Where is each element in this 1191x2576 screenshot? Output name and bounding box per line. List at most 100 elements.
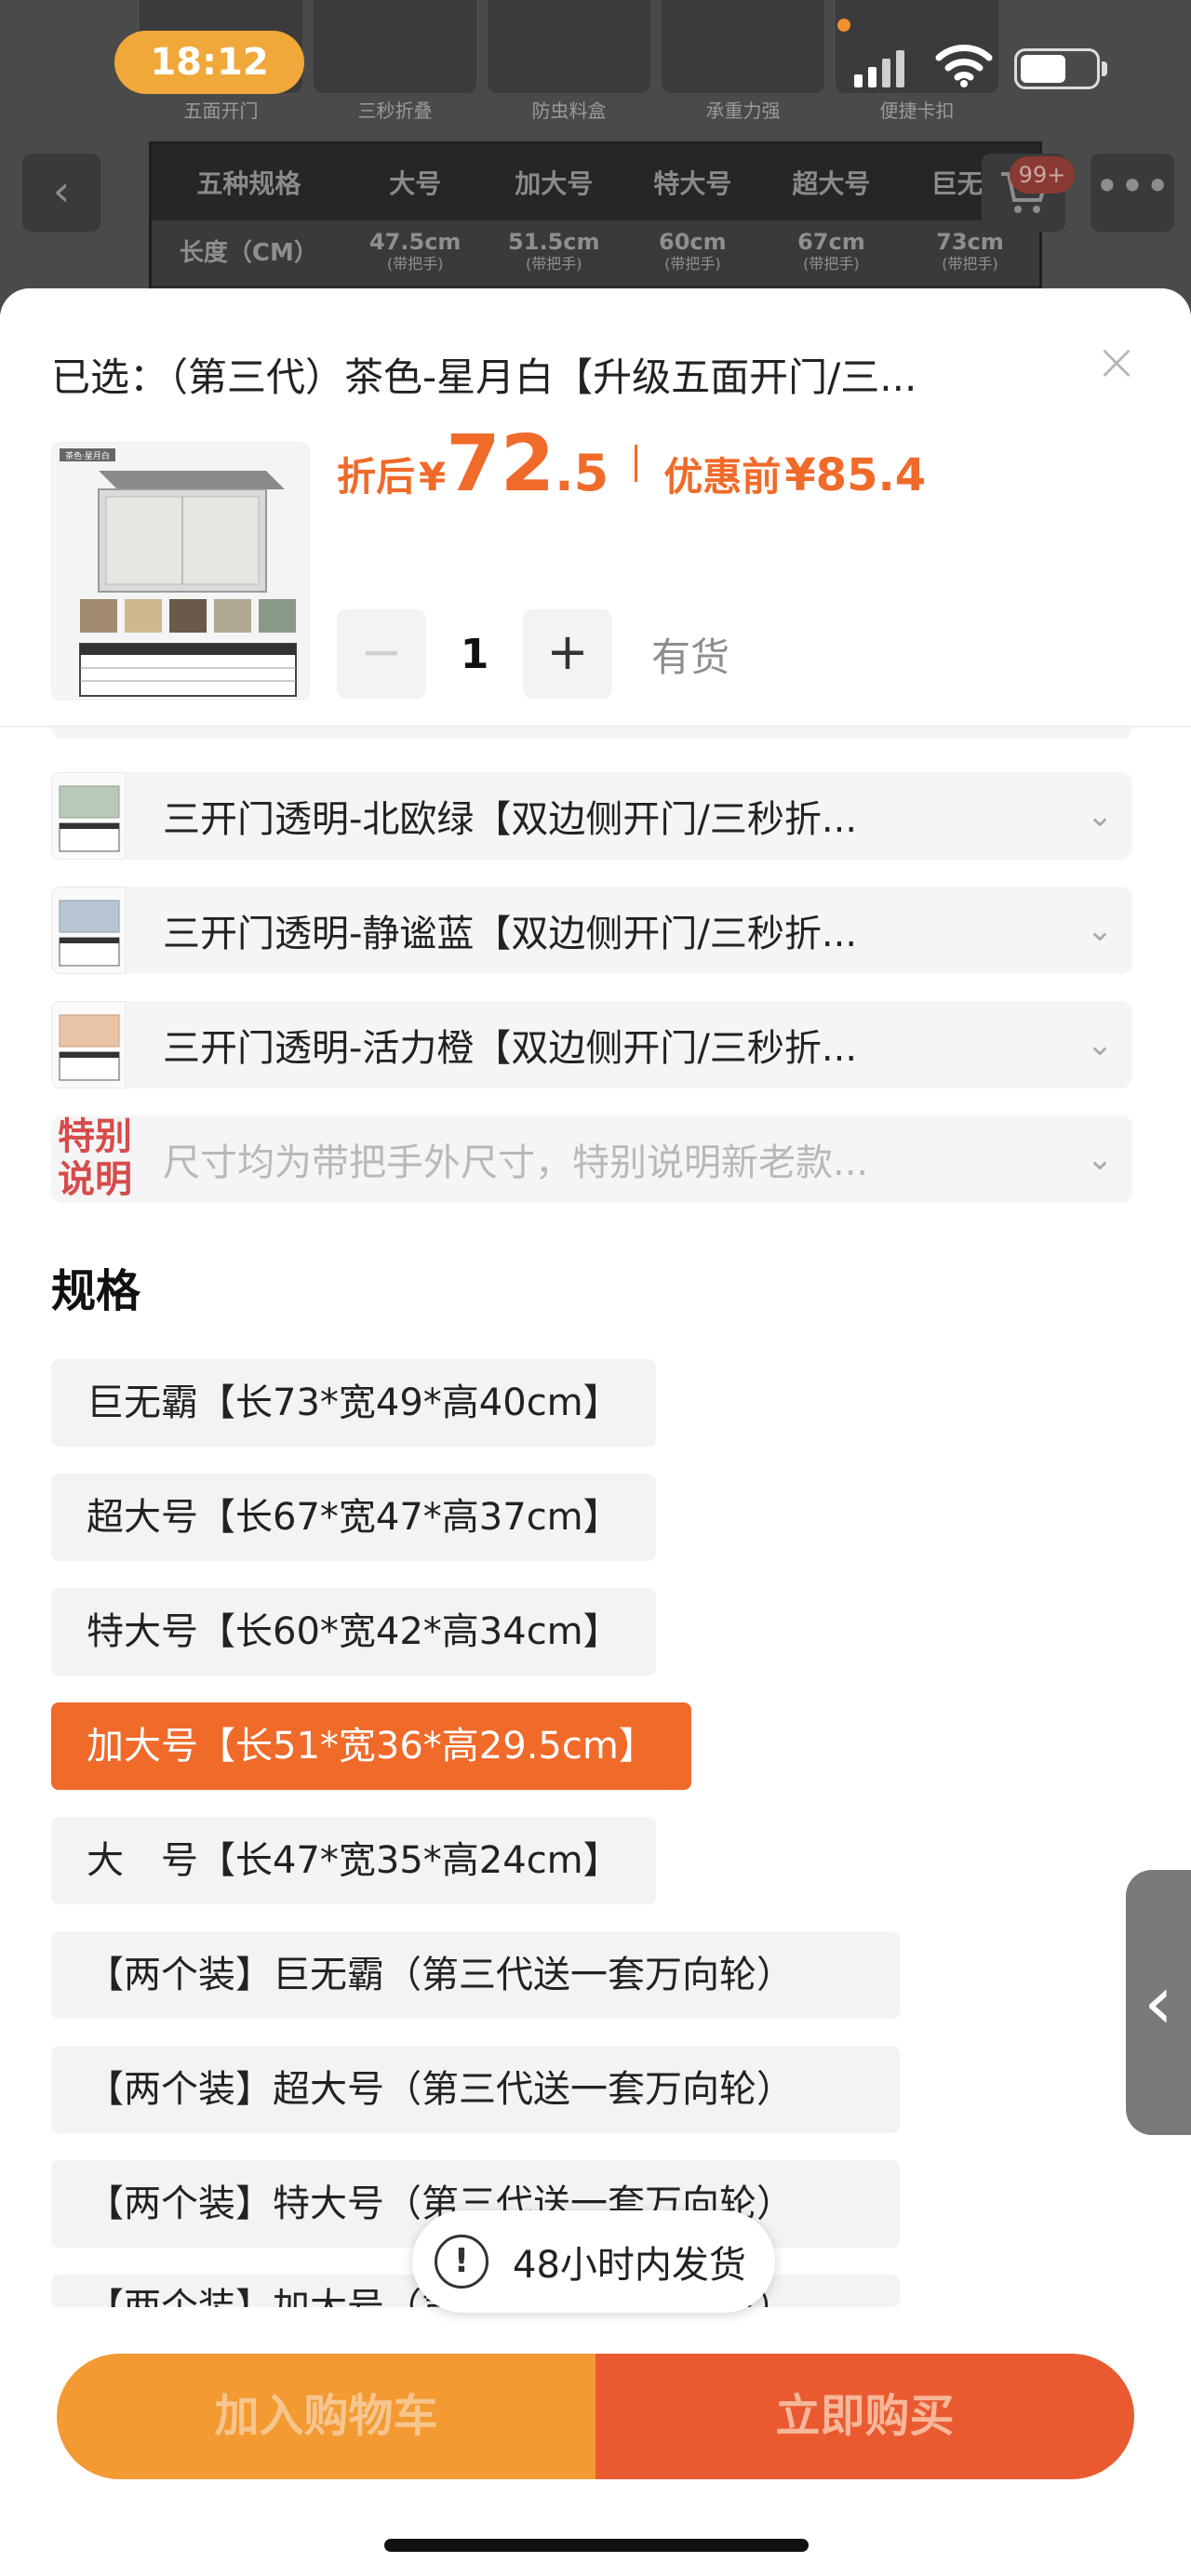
spec-table-row: 长度（CM） 47.5cm (带把手) 51.5cm (带把手) 60cm (带把手)… (152, 220, 1039, 286)
chevron-left-icon: ‹ (52, 166, 71, 216)
decrement-button[interactable]: − (337, 609, 426, 699)
spec-table-cell: 51.5cm (带把手) (485, 231, 623, 275)
buy-now-button[interactable]: 立即购买 (596, 2354, 1134, 2479)
sheet-header: 已选：（第三代）茶色-星月白【升级五面开门/三... × 茶色·星月白 折后 ¥… (0, 288, 1191, 727)
toast-text: 48小时内发货 (513, 2244, 746, 2287)
note-badge-line: 说明 (58, 1158, 132, 1201)
spec-table-cell: 60cm (带把手) (623, 231, 762, 275)
spec-table-note: (带把手) (942, 255, 998, 273)
spec-option[interactable]: 超大号【长67*宽47*高37cm】 (51, 1474, 656, 1561)
add-to-cart-button[interactable]: 加入购物车 (57, 2354, 596, 2479)
product-image: 茶色·星月白 (52, 443, 309, 700)
spec-heading: 规格 (51, 1265, 141, 1317)
status-bar: 18:12 (0, 0, 1191, 121)
color-thumbnail (51, 887, 126, 974)
chevron-left-icon: ‹ (1144, 1959, 1173, 2046)
color-option[interactable]: 三开门透明-北欧绿【双边侧开门/三秒折... ⌄ (51, 772, 1132, 860)
signal-bar (854, 74, 863, 87)
spec-option-selected[interactable]: 加大号【长51*宽36*高29.5cm】 (51, 1702, 691, 1790)
price-integer: 72 (446, 418, 555, 509)
spec-table-value: 67cm (797, 229, 865, 255)
spec-option[interactable]: 特大号【长60*宽42*高34cm】 (51, 1588, 656, 1675)
spec-option[interactable]: 【两个装】超大号（第三代送一套万向轮） (51, 2046, 900, 2133)
original-price: ¥85.4 (784, 449, 927, 501)
price-currency: ¥ (419, 454, 447, 500)
chevron-down-icon[interactable]: ⌄ (1067, 797, 1132, 834)
spec-table-value: 51.5cm (508, 229, 600, 255)
spec-table-head-cell: 五种规格 (196, 168, 301, 199)
exclamation-icon: ! (435, 2235, 488, 2289)
back-button[interactable]: ‹ (22, 153, 100, 232)
chevron-down-icon[interactable]: ⌄ (1067, 912, 1132, 949)
spec-option[interactable]: 巨无霸【长73*宽49*高40cm】 (51, 1359, 656, 1447)
spec-table-cell: 73cm (带把手) (901, 231, 1039, 275)
price-decimal: .5 (555, 444, 609, 502)
spec-table-note: (带把手) (386, 255, 444, 273)
spec-table-value: 60cm (659, 229, 727, 255)
minus-icon: − (360, 622, 403, 681)
spec-table-head-cell: 大号 (389, 168, 442, 199)
wifi-icon (935, 45, 993, 87)
chevron-down-icon[interactable]: ⌄ (1067, 1141, 1132, 1178)
spec-table-note: (带把手) (803, 255, 860, 273)
more-button[interactable]: ••• (1091, 153, 1174, 232)
quantity-stepper: − 1 + 有货 (337, 609, 729, 699)
spec-table-image: 五种规格 大号 加大号 特大号 超大号 巨无霸 长度（CM） 47.5cm (带把… (149, 141, 1042, 309)
price-divider (635, 445, 638, 482)
cellular-signal-icon (854, 47, 904, 87)
note-badge-line: 特别 (58, 1115, 132, 1158)
special-note-text: 尺寸均为带把手外尺寸，特别说明新老款... (163, 1141, 869, 1184)
quantity-value[interactable]: 1 (426, 631, 523, 678)
spec-table-head-cell: 加大号 (515, 168, 594, 199)
home-indicator[interactable] (384, 2539, 809, 2552)
thumb-tag: 茶色·星月白 (65, 450, 110, 461)
spec-table-head-cell: 超大号 (792, 168, 871, 199)
selected-sku-text: 已选：（第三代）茶色-星月白【升级五面开门/三... (51, 354, 917, 400)
color-thumbnail (51, 772, 126, 860)
signal-bar (868, 67, 877, 87)
color-option-label: 三开门透明-静谧蓝【双边侧开门/三秒折... (163, 913, 858, 955)
action-bar: 加入购物车 立即购买 (57, 2354, 1134, 2479)
color-thumb-image (52, 1002, 125, 1088)
stock-status: 有货 (651, 634, 730, 680)
battery-icon (1014, 48, 1100, 89)
increment-button[interactable]: + (523, 609, 612, 699)
spec-table-value: 47.5cm (368, 229, 462, 255)
shipping-toast: ! 48小时内发货 (412, 2210, 775, 2313)
color-option-partial[interactable] (51, 727, 1132, 739)
status-time: 18:12 (114, 31, 304, 94)
color-option-label: 三开门透明-活力橙【双边侧开门/三秒折... (163, 1027, 858, 1070)
color-thumb-image (52, 773, 125, 859)
chevron-down-icon[interactable]: ⌄ (1067, 1026, 1132, 1063)
signal-bar (882, 59, 890, 87)
signal-bar (896, 50, 904, 87)
discount-label: 折后 (337, 454, 416, 500)
price-row: 折后 ¥ 72 .5 优惠前 ¥85.4 (337, 419, 926, 508)
product-thumbnail[interactable]: 茶色·星月白 (51, 442, 310, 701)
original-price-label: 优惠前 (663, 454, 782, 500)
spec-table-cell: 47.5cm (带把手) (346, 231, 485, 275)
more-dots-icon: ••• (1094, 161, 1171, 211)
spec-table-cell: 67cm (带把手) (762, 231, 901, 275)
spec-option[interactable]: 【两个装】巨无霸（第三代送一套万向轮） (51, 1931, 900, 2019)
battery-tip (1102, 61, 1107, 76)
color-option[interactable]: 三开门透明-静谧蓝【双边侧开门/三秒折... ⌄ (51, 887, 1132, 974)
activity-dot (837, 19, 850, 32)
spec-option[interactable]: 大 号【长47*宽35*高24cm】 (51, 1817, 656, 1904)
color-option[interactable]: 三开门透明-活力橙【双边侧开门/三秒折... ⌄ (51, 1001, 1132, 1088)
plus-icon: + (546, 622, 589, 681)
color-option-label: 三开门透明-北欧绿【双边侧开门/三秒折... (163, 798, 858, 841)
cart-count-badge: 99+ (1010, 156, 1075, 194)
close-icon[interactable]: × (1091, 337, 1143, 389)
spec-table-head-cell: 特大号 (653, 168, 732, 199)
battery-level (1021, 55, 1065, 83)
color-thumbnail (51, 1001, 126, 1088)
special-note-badge: 特别 说明 (51, 1115, 139, 1203)
color-thumb-image (52, 888, 125, 973)
special-note-row[interactable]: 尺寸均为带把手外尺寸，特别说明新老款... ⌄ (51, 1115, 1132, 1203)
side-drawer-handle[interactable]: ‹ (1126, 1870, 1191, 2135)
spec-table-header: 五种规格 大号 加大号 特大号 超大号 巨无霸 (152, 144, 1039, 220)
spec-table-row-label: 长度（CM） (179, 239, 318, 267)
spec-table-value: 73cm (936, 229, 1004, 255)
spec-table-note: (带把手) (526, 255, 582, 273)
